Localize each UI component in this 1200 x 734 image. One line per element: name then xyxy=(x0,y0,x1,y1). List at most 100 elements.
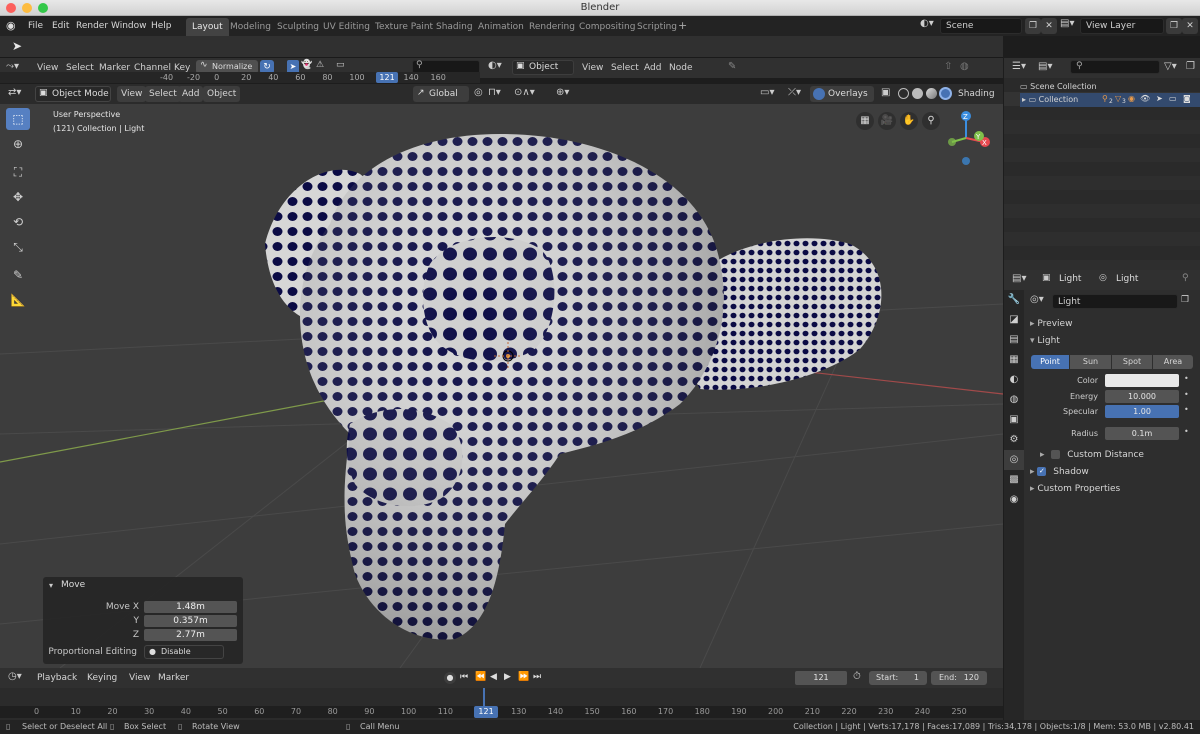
node-editor-type-icon[interactable]: ◐▾ xyxy=(488,60,502,71)
jump-prev-key-icon[interactable]: ⏪ xyxy=(475,672,486,682)
world-tab-icon[interactable]: ◍ xyxy=(1004,390,1024,410)
record-icon[interactable]: ● xyxy=(444,672,456,684)
expand-arrow-icon[interactable]: ▸ xyxy=(1020,95,1026,104)
shading-popover-button[interactable]: Shading xyxy=(954,86,999,102)
jump-end-icon[interactable]: ⏭ xyxy=(533,672,541,682)
editor-type-outliner-icon[interactable]: ☰▾ xyxy=(1012,61,1026,72)
snap-node-icon[interactable]: ◍ xyxy=(960,61,969,72)
modifier-tab-icon[interactable]: ⚙ xyxy=(1004,430,1024,450)
light-data-tab-icon[interactable]: ◎ xyxy=(1004,450,1024,470)
pin-node-icon[interactable]: ✎ xyxy=(728,61,736,72)
node-menu-view[interactable]: View xyxy=(582,58,603,78)
armature-child-icon[interactable]: ⚲ xyxy=(1102,94,1108,103)
custom-distance-checkbox[interactable] xyxy=(1051,450,1061,459)
preview-panel-header[interactable]: ▸ Preview xyxy=(1030,316,1072,332)
zoom-window-button[interactable] xyxy=(38,3,48,13)
annotate-tool-icon[interactable]: ✎ xyxy=(6,264,30,286)
object-data-tab-icon[interactable]: ◉ xyxy=(1004,490,1024,510)
material-shading-icon[interactable] xyxy=(926,88,937,99)
pivot-point-icon[interactable]: ◎ xyxy=(474,87,483,98)
timeline-menu-playback[interactable]: Playback xyxy=(33,670,81,686)
light-datablock-icon[interactable]: ◎▾ xyxy=(1030,294,1044,305)
keyframe-dot-icon[interactable]: • xyxy=(1184,405,1189,414)
playhead-line[interactable] xyxy=(483,688,485,706)
proportional-editing-select[interactable]: Disable xyxy=(144,645,224,659)
jump-next-key-icon[interactable]: ⏩ xyxy=(518,672,529,682)
tab-animation[interactable]: Animation xyxy=(472,18,530,36)
toggle-camera-ortho-icon[interactable]: ▦ xyxy=(856,112,874,130)
minimize-window-button[interactable] xyxy=(22,3,32,13)
light-type-sun[interactable]: Sun xyxy=(1070,355,1111,369)
select-box-tool-icon[interactable]: ⬚ xyxy=(6,108,30,130)
viewport-monitor-icon[interactable]: ▭ xyxy=(1169,94,1177,103)
viewport-menu-add[interactable]: Add xyxy=(178,86,204,102)
editor-type-timeline-icon[interactable]: ◷▾ xyxy=(8,671,22,682)
navigation-gizmo[interactable]: Z X Y xyxy=(936,106,1000,170)
snap-icon[interactable]: ⊓▾ xyxy=(488,87,501,98)
custom-distance-subpanel[interactable]: ▸ Custom Distance xyxy=(1040,447,1144,463)
select-tool-cursor-icon[interactable]: ➤ xyxy=(12,39,22,53)
light-child-icon[interactable]: ◉ xyxy=(1128,94,1135,103)
gizmo-toggle-icon[interactable]: ⊕▾ xyxy=(556,87,569,98)
light-type-spot[interactable]: Spot xyxy=(1112,355,1152,369)
new-collection-icon[interactable]: ❐ xyxy=(1186,61,1195,72)
viewport-menu-object[interactable]: Object xyxy=(203,86,241,102)
mesh-child-icon[interactable]: ▽ xyxy=(1115,94,1121,103)
texture-tab-icon[interactable]: ▩ xyxy=(1004,470,1024,490)
object-tab-icon[interactable]: ▣ xyxy=(1004,410,1024,430)
node-menu-select[interactable]: Select xyxy=(611,58,639,78)
new-view-layer-icon[interactable]: ❐ xyxy=(1166,18,1182,34)
tab-modeling[interactable]: Modeling xyxy=(224,18,277,36)
close-window-button[interactable] xyxy=(6,3,16,13)
editor-type-3d-icon[interactable]: ⇄▾ xyxy=(8,87,21,98)
gizmo-neg-y-axis[interactable] xyxy=(948,138,956,146)
tool-settings-tab-icon[interactable]: 🔧 xyxy=(1004,290,1024,310)
display-mode-icon[interactable]: ▤▾ xyxy=(1038,61,1052,72)
keyframe-dot-icon[interactable]: • xyxy=(1184,390,1189,399)
view-layer-tab-icon[interactable]: ▦ xyxy=(1004,350,1024,370)
viewport-gizmos-icon[interactable]: ⤫▾ xyxy=(788,87,801,98)
move-z-field[interactable]: 2.77m xyxy=(144,629,237,641)
delete-scene-icon[interactable]: ✕ xyxy=(1041,18,1057,34)
tab-scripting[interactable]: Scripting xyxy=(631,18,683,36)
filter-icon[interactable]: ▭ xyxy=(336,60,345,70)
outliner-search-input[interactable] xyxy=(1070,60,1160,74)
new-scene-icon[interactable]: ❐ xyxy=(1025,18,1041,34)
menu-window[interactable]: Window xyxy=(111,16,147,36)
view-object-types-icon[interactable]: ▭▾ xyxy=(760,87,774,98)
collapse-operator-icon[interactable]: ▾ xyxy=(49,581,53,590)
custom-properties-panel-header[interactable]: ▸ Custom Properties xyxy=(1030,481,1120,497)
timeline-menu-keying[interactable]: Keying xyxy=(83,670,121,686)
tab-uv-editing[interactable]: UV Editing xyxy=(317,18,376,36)
xray-icon[interactable]: ▣ xyxy=(881,87,890,98)
scene-tab-icon[interactable]: ◐ xyxy=(1004,370,1024,390)
gizmo-neg-z-axis[interactable] xyxy=(962,157,970,165)
editor-type-properties-icon[interactable]: ▤▾ xyxy=(1012,273,1026,284)
blender-logo-icon[interactable]: ◉ xyxy=(6,19,20,33)
menu-render[interactable]: Render xyxy=(76,16,108,36)
visibility-eye-icon[interactable]: 👁 xyxy=(1140,94,1150,103)
render-tab-icon[interactable]: ◪ xyxy=(1004,310,1024,330)
tab-texture-paint[interactable]: Texture Paint xyxy=(369,18,439,36)
light-panel-header[interactable]: ▾ Light xyxy=(1030,333,1060,349)
pan-view-hand-icon[interactable]: ✋ xyxy=(900,112,918,130)
node-menu-add[interactable]: Add xyxy=(644,58,661,78)
outliner-scene-collection[interactable]: ▭ Scene Collection xyxy=(1020,80,1097,94)
move-x-field[interactable]: 1.48m xyxy=(144,601,237,613)
ghost-icon[interactable]: 👻 xyxy=(301,60,312,70)
cursor-tool-icon[interactable]: ⊕ xyxy=(6,133,30,155)
render-camera-icon[interactable]: ◙ xyxy=(1183,94,1191,103)
copy-datablock-icon[interactable]: ❐ xyxy=(1181,295,1189,305)
tab-layout[interactable]: Layout xyxy=(186,18,229,36)
preview-range-clock-icon[interactable]: ⏱ xyxy=(853,671,861,682)
output-tab-icon[interactable]: ▤ xyxy=(1004,330,1024,350)
timeline-ruler[interactable]: 0 10 20 30 40 50 60 70 80 90 100 110 121 130 140 150 160… xyxy=(0,706,1003,718)
wireframe-shading-icon[interactable] xyxy=(898,88,909,99)
light-datablock-field[interactable]: Light xyxy=(1052,294,1178,309)
specular-slider[interactable]: 1.00 xyxy=(1105,405,1179,418)
menu-file[interactable]: File xyxy=(28,16,43,36)
camera-view-icon[interactable]: 🎥 xyxy=(878,112,896,130)
shadow-panel-header[interactable]: ▸ ✓ Shadow xyxy=(1030,464,1089,480)
keyframe-dot-icon[interactable]: • xyxy=(1184,427,1189,436)
viewport-menu-view[interactable]: View xyxy=(117,86,147,102)
